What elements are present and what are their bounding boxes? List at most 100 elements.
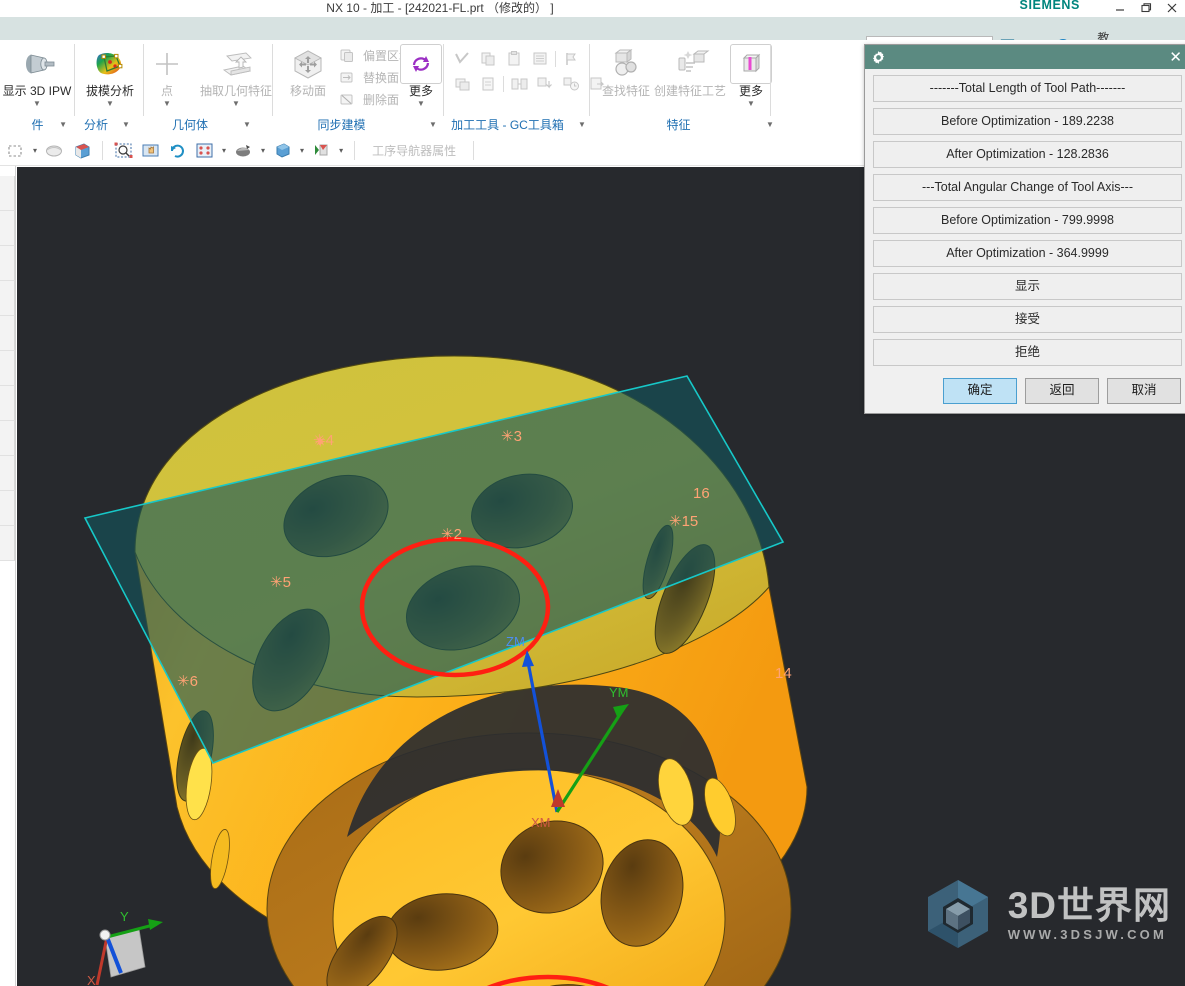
duplicate-icon[interactable] [451,73,473,94]
ribbon-group-synchronous-modeling: 移动面 偏置区域 替换面 删除面 更多 ▼ 同步建模 ▼ [274,40,444,136]
chevron-down-icon[interactable]: ▼ [729,99,773,108]
siemens-brand: SIEMENS [1019,0,1080,12]
ribbon-button-move-face[interactable]: 移动面 [278,44,338,98]
chevron-down-icon[interactable]: ▼ [1,99,73,108]
chevron-down-icon[interactable]: ▼ [195,99,277,108]
gc-icon-row-2 [451,73,608,94]
ribbon-tab-strip: ? 教程 [0,17,1185,62]
ribbon-button-point[interactable]: 点 ▼ [137,44,197,108]
dialog-close-button[interactable]: ✕ [1169,50,1182,65]
resource-bar-tab[interactable] [0,421,15,456]
resource-bar-tab[interactable] [0,211,15,246]
sync-small-item-delete-face[interactable]: 删除面 [336,89,399,110]
dialog-cancel-button[interactable]: 取消 [1107,378,1181,404]
dialog-row-length-before[interactable]: Before Optimization - 189.2238 [873,108,1182,135]
sync-small-item-replace-face[interactable]: 替换面 [336,67,399,88]
dialog-button-reject[interactable]: 拒绝 [873,339,1182,366]
resource-bar-tab[interactable] [0,316,15,351]
resource-bar-tab[interactable] [0,246,15,281]
resource-bar-tab[interactable] [0,456,15,491]
dialog-back-button[interactable]: 返回 [1025,378,1099,404]
ribbon-button-find-feature[interactable]: 查找特征 [595,44,657,98]
table-transfer-icon[interactable] [508,73,530,94]
window-restore-button[interactable] [1140,2,1153,15]
resource-bar-tab[interactable] [0,176,15,211]
ribbon-group-label: 几何体 [171,118,208,132]
rotate-icon[interactable] [166,139,189,162]
nav-properties-label[interactable]: 工序导航器属性 [364,142,464,159]
list-icon[interactable] [529,48,551,69]
render-style-icon[interactable] [232,139,255,162]
ipw-icon [1,44,73,84]
move-face-icon [278,44,338,84]
chevron-down-icon[interactable]: ▾ [337,146,345,155]
offset-region-icon[interactable] [336,45,358,66]
dialog-row-length-after[interactable]: After Optimization - 128.2836 [873,141,1182,168]
selection-rect-icon[interactable] [4,139,27,162]
tool-path-optimization-dialog[interactable]: ✕ -------Total Length of Tool Path------… [864,44,1185,414]
chevron-down-icon[interactable]: ▼ [137,99,197,108]
dialog-row-angular-before[interactable]: Before Optimization - 799.9998 [873,207,1182,234]
chevron-down-icon[interactable]: ▼ [399,99,443,108]
ribbon-button-more-sync[interactable]: 更多 ▼ [399,44,443,108]
ribbon-group-feature: 查找特征 创建特征工艺 更多 ▼ 特征 ▼ [591,40,774,136]
dialog-button-display[interactable]: 显示 [873,273,1182,300]
dialog-ok-button[interactable]: 确定 [943,378,1017,404]
resource-bar-tab[interactable] [0,281,15,316]
divider [102,141,104,160]
more-feature-icon [730,44,772,84]
divider [443,44,444,116]
paste-part-icon[interactable] [503,48,525,69]
shaded-view-icon[interactable] [43,139,66,162]
box-view-icon[interactable] [70,139,93,162]
window-close-button[interactable] [1166,2,1179,15]
ribbon-button-show-3d-ipw[interactable]: 显示 3D IPW ▼ [1,44,73,108]
replace-face-icon[interactable] [336,67,358,88]
chevron-down-icon[interactable]: ▼ [766,120,774,129]
flag-icon[interactable] [560,48,582,69]
resource-bar-tab[interactable] [0,351,15,386]
pan-icon[interactable] [139,139,162,162]
chevron-down-icon[interactable]: ▼ [122,120,130,129]
dialog-row-total-length-header[interactable]: -------Total Length of Tool Path------- [873,75,1182,102]
chevron-down-icon[interactable]: ▾ [220,146,228,155]
resource-bar-tab[interactable] [0,526,15,561]
dialog-title-bar: ✕ [865,45,1185,69]
more-sync-icon [400,44,442,84]
resource-bar-tab[interactable] [0,491,15,526]
chevron-down-icon[interactable]: ▼ [429,120,437,129]
chevron-down-icon[interactable]: ▾ [31,146,39,155]
delete-face-icon[interactable] [336,89,358,110]
orient-view-icon[interactable] [271,139,294,162]
chevron-down-icon[interactable]: ▼ [578,120,586,129]
sync-small-label: 删除面 [363,93,400,107]
divider [770,44,771,116]
chevron-down-icon[interactable]: ▾ [298,146,306,155]
table-down-icon[interactable] [534,73,556,94]
chevron-down-icon[interactable]: ▾ [259,146,267,155]
dialog-button-accept[interactable]: 接受 [873,306,1182,333]
dialog-row-angular-after[interactable]: After Optimization - 364.9999 [873,240,1182,267]
document-icon[interactable] [477,73,499,94]
copy-part-icon[interactable] [477,48,499,69]
chevron-down-icon[interactable]: ▼ [243,120,251,129]
chevron-down-icon[interactable]: ▼ [74,99,146,108]
ribbon-button-extract-geometry[interactable]: 抽取几何特征 ▼ [195,44,277,108]
ribbon-button-draft-analysis[interactable]: 拔模分析 ▼ [74,44,146,108]
divider [555,50,556,67]
clock-icon[interactable] [560,73,582,94]
ribbon-button-more-feature[interactable]: 更多 ▼ [729,44,773,108]
chevron-down-icon[interactable]: ▼ [59,120,67,129]
dialog-row-angular-header[interactable]: ---Total Angular Change of Tool Axis--- [873,174,1182,201]
zoom-window-icon[interactable] [112,139,135,162]
nx-application-window: NX 10 - 加工 - [242021-FL.prt （修改的） ] SIEM… [0,0,1185,986]
ribbon-button-label: 显示 3D IPW [2,84,72,98]
ribbon-button-label: 移动面 [289,84,326,98]
visual-style-icon[interactable] [310,139,333,162]
ribbon-button-create-feature-process[interactable]: 创建特征工艺 [651,44,729,98]
check-mark-icon[interactable] [451,48,473,69]
layer-settings-icon[interactable] [193,139,216,162]
resource-bar-tab[interactable] [0,386,15,421]
window-minimize-button[interactable] [1114,2,1127,15]
window-title: NX 10 - 加工 - [242021-FL.prt （修改的） ] [326,1,554,15]
